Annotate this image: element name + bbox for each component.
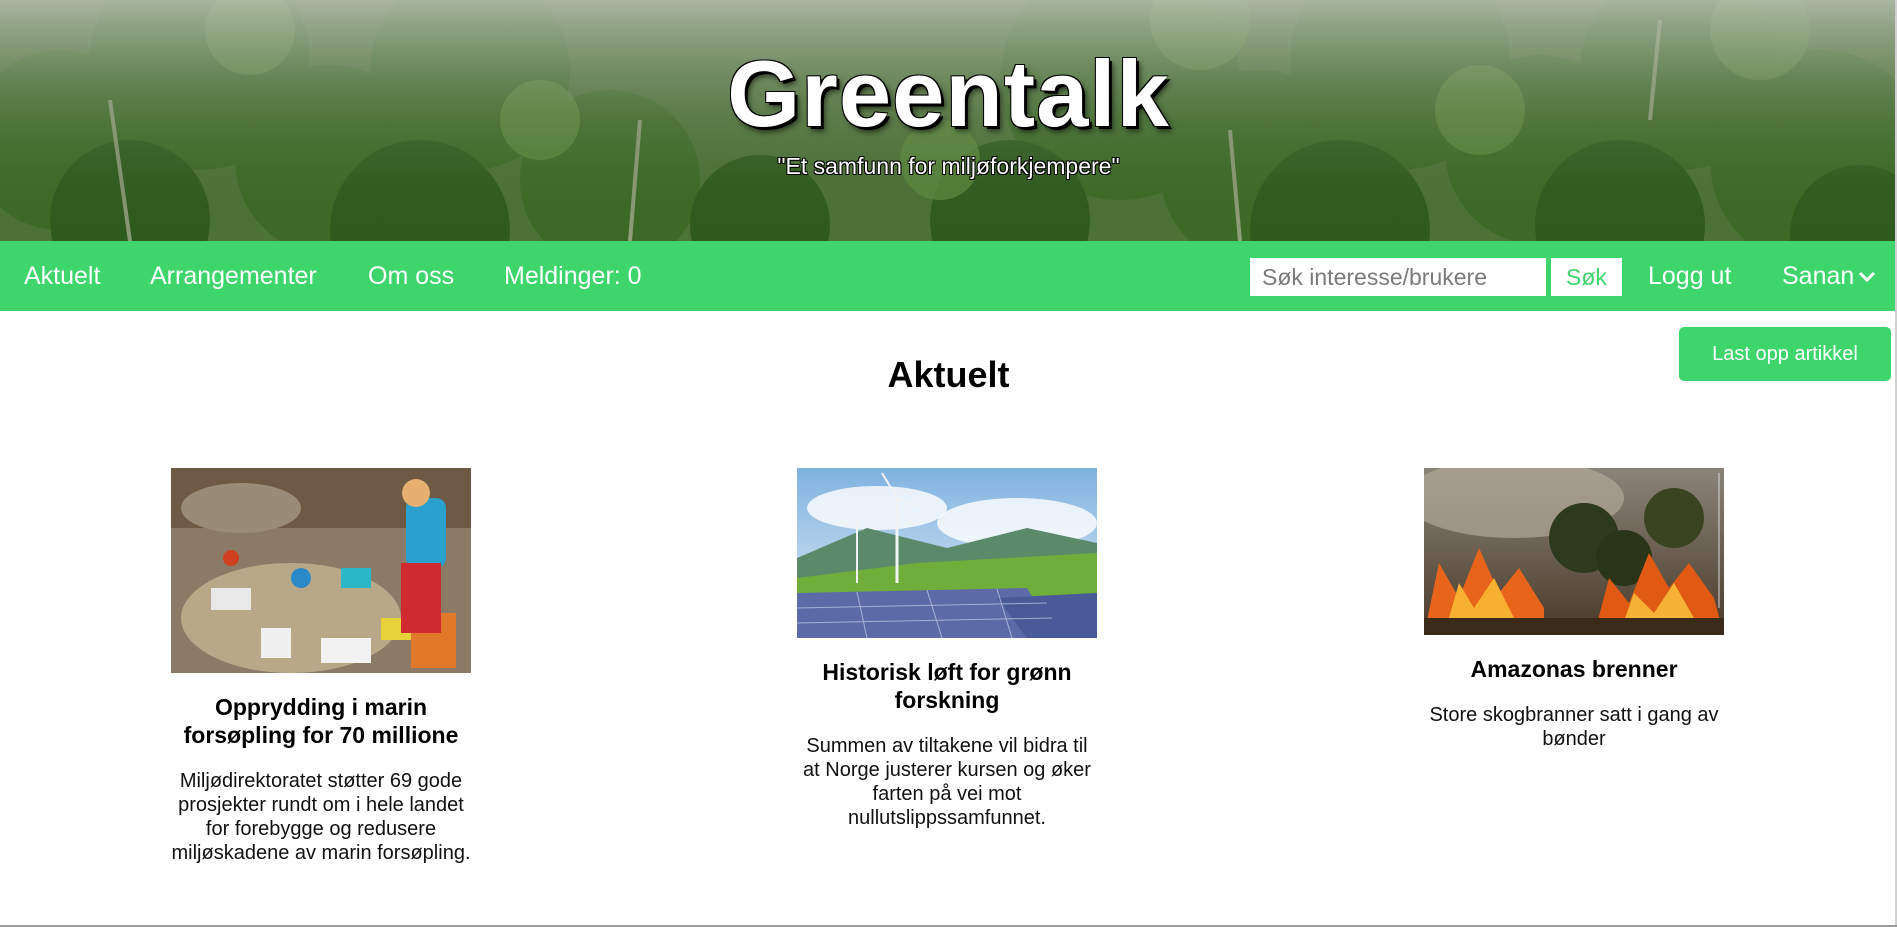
nav-item-arrangementer[interactable]: Arrangementer xyxy=(150,241,317,311)
article-card[interactable]: Historisk løft for grønn forskning Summe… xyxy=(797,468,1097,830)
article-card[interactable]: Opprydding i marin forsøpling for 70 mil… xyxy=(171,468,471,865)
page-title: Aktuelt xyxy=(887,354,1010,395)
article-card[interactable]: Amazonas brenner Store skogbranner satt … xyxy=(1424,468,1724,751)
search-button[interactable]: Søk xyxy=(1551,258,1622,296)
article-title[interactable]: Amazonas brenner xyxy=(1424,655,1724,683)
user-name: Sanan xyxy=(1782,262,1855,290)
article-title[interactable]: Opprydding i marin forsøpling for 70 mil… xyxy=(171,693,471,749)
article-summary: Miljødirektoratet støtter 69 gode prosje… xyxy=(171,770,471,864)
chevron-down-icon xyxy=(1859,272,1876,283)
nav-item-meldinger[interactable]: Meldinger: 0 xyxy=(504,241,642,311)
article-image-wind-solar[interactable] xyxy=(797,468,1097,638)
article-image-forest-fire[interactable] xyxy=(1424,468,1724,635)
user-menu[interactable]: Sanan xyxy=(1782,241,1876,311)
nav-item-om-oss[interactable]: Om oss xyxy=(368,241,454,311)
hero-banner: Greentalk "Et samfunn for miljøforkjempe… xyxy=(0,0,1897,241)
article-title[interactable]: Historisk løft for grønn forskning xyxy=(797,658,1097,714)
nav-item-aktuelt[interactable]: Aktuelt xyxy=(24,241,100,311)
article-summary: Summen av tiltakene vil bidra til at Nor… xyxy=(803,735,1091,829)
logout-link[interactable]: Logg ut xyxy=(1648,241,1731,311)
article-image-marine-litter[interactable] xyxy=(171,468,471,673)
site-tagline: "Et samfunn for miljøforkjempere" xyxy=(777,153,1120,179)
site-title: Greentalk xyxy=(727,41,1170,146)
article-summary: Store skogbranner satt i gang av bønder xyxy=(1429,704,1719,750)
search-input[interactable] xyxy=(1250,258,1546,296)
